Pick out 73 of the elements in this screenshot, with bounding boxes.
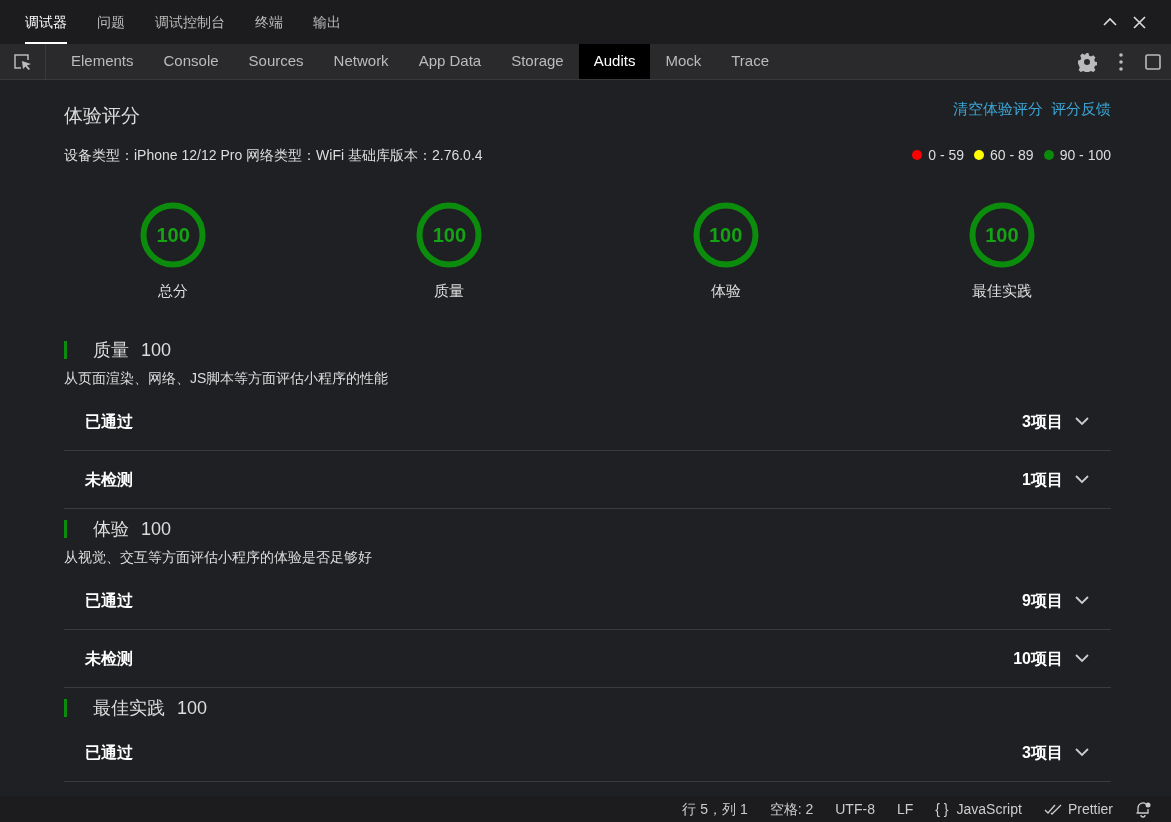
status-item[interactable]: JavaScript <box>956 798 1022 820</box>
link[interactable]: 评分反馈 <box>1051 98 1111 121</box>
devtools-tab[interactable]: Storage <box>496 44 579 79</box>
chevron-icon[interactable] <box>1075 417 1089 426</box>
chevron-icon[interactable] <box>1075 748 1089 757</box>
group-count: 3项目 <box>1022 742 1063 763</box>
more-icon[interactable] <box>1119 52 1123 71</box>
double-check-icon <box>1043 803 1062 815</box>
status-item[interactable]: 行 5，列 1 <box>682 798 748 820</box>
group-label: 已通过 <box>85 590 133 611</box>
devtools-tab[interactable]: Mock <box>650 44 717 79</box>
collapse-icon[interactable] <box>1103 17 1117 27</box>
section-score: 100 <box>141 517 172 541</box>
link[interactable]: 清空体验评分 <box>953 98 1043 121</box>
section-title: 质量 <box>93 338 129 362</box>
group-count: 1项目 <box>1022 469 1063 490</box>
devtools-tab[interactable]: Sources <box>233 44 319 79</box>
devtools-tab[interactable]: App Data <box>403 44 497 79</box>
chevron-icon[interactable] <box>1075 596 1089 605</box>
score-value: 100 <box>432 222 467 248</box>
device-info: 设备类型：iPhone 12/12 Pro 网络类型：WiFi 基础库版本：2.76.0.4 <box>64 145 483 165</box>
inspect-icon[interactable] <box>12 52 33 71</box>
chevron-icon[interactable] <box>1075 475 1089 484</box>
status-item[interactable]: LF <box>896 798 914 820</box>
group-count: 10项目 <box>1013 648 1063 669</box>
section-marker <box>64 520 67 538</box>
section-score: 100 <box>177 696 208 720</box>
devtools-tab[interactable]: Network <box>318 44 404 79</box>
score-gauge <box>968 201 1035 268</box>
group-label: 已通过 <box>85 742 133 763</box>
status-item[interactable]: UTF-8 <box>835 798 875 820</box>
score-value: 100 <box>985 222 1019 248</box>
score-label: 最佳实践 <box>971 280 1032 301</box>
group-label: 未检测 <box>85 469 133 490</box>
legend-label: 60 - 89 <box>990 145 1034 165</box>
panel-tab[interactable]: 终端 <box>255 0 283 44</box>
section-marker <box>64 699 67 717</box>
dock-icon[interactable] <box>1145 53 1161 70</box>
group-label: 已通过 <box>85 411 133 432</box>
devtools-tab[interactable]: Console <box>148 44 234 79</box>
score-label: 体验 <box>710 280 741 301</box>
panel-tab[interactable]: 问题 <box>97 0 125 44</box>
devtools-tab[interactable]: Audits <box>578 44 651 79</box>
devtools-tab[interactable]: Elements <box>56 44 149 79</box>
bell-icon[interactable] <box>1135 800 1151 818</box>
score-gauge <box>692 201 759 268</box>
legend-label: 90 - 100 <box>1059 145 1111 165</box>
status-item[interactable]: Prettier <box>1067 798 1113 820</box>
score-label: 质量 <box>434 280 465 301</box>
settings-icon[interactable] <box>1077 51 1097 72</box>
group-count: 3项目 <box>1022 411 1063 432</box>
status-item[interactable]: 空格: 2 <box>769 798 814 820</box>
section-description: 从页面渲染、网络、JS脚本等方面评估小程序的性能 <box>64 369 390 388</box>
legend-label: 0 - 59 <box>928 145 965 165</box>
chevron-icon[interactable] <box>1075 654 1089 663</box>
devtools-tab[interactable]: Trace <box>716 44 785 79</box>
panel-tab[interactable]: 输出 <box>313 0 341 44</box>
section-marker <box>64 341 67 359</box>
section-title: 最佳实践 <box>93 696 165 720</box>
score-value: 100 <box>708 222 743 248</box>
score-value: 100 <box>156 222 190 248</box>
score-gauge <box>140 201 207 268</box>
audit-title: 体验评分 <box>64 104 140 128</box>
section-score: 100 <box>141 338 172 362</box>
section-title: 体验 <box>93 517 129 541</box>
section-description: 从视觉、交互等方面评估小程序的体验是否足够好 <box>64 548 373 567</box>
braces-icon[interactable]: { } <box>935 798 949 820</box>
close-icon[interactable] <box>1133 15 1146 29</box>
group-label: 未检测 <box>85 648 133 669</box>
score-label: 总分 <box>158 280 189 301</box>
panel-tab[interactable]: 调试控制台 <box>155 0 225 44</box>
score-gauge <box>416 201 483 268</box>
group-count: 9项目 <box>1022 590 1063 611</box>
